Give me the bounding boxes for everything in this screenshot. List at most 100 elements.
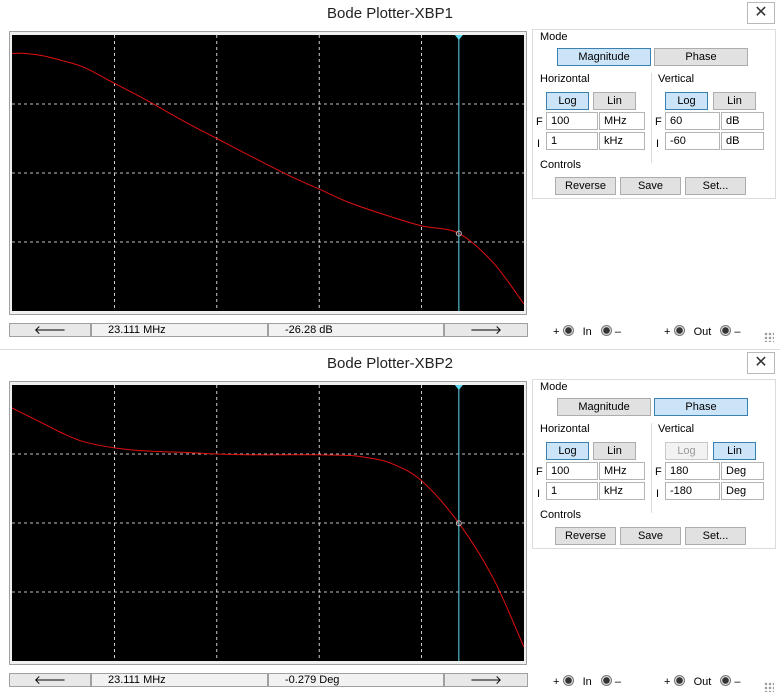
magnitude-button[interactable]: Magnitude bbox=[557, 398, 651, 416]
output-minus-label: – bbox=[734, 676, 741, 688]
input-minus-label: – bbox=[614, 676, 621, 688]
input-plus-terminal-icon[interactable] bbox=[562, 675, 574, 686]
horizontal-final-unit[interactable]: MHz bbox=[599, 112, 645, 130]
mode-label: Mode bbox=[540, 31, 568, 43]
input-plus-label: + bbox=[553, 676, 560, 688]
horizontal-log-button[interactable]: Log bbox=[546, 92, 589, 110]
mode-label: Mode bbox=[540, 381, 568, 393]
cursor-right-button[interactable]: 🡒 bbox=[444, 673, 528, 687]
vertical-initial-label: I bbox=[656, 488, 660, 500]
horizontal-final-label: F bbox=[536, 466, 543, 478]
save-button[interactable]: Save bbox=[620, 177, 681, 195]
output-terminals: + Out – bbox=[664, 675, 741, 688]
value-readout: -0.279 Deg bbox=[268, 673, 444, 687]
output-minus-terminal-icon[interactable] bbox=[720, 675, 732, 686]
phase-button[interactable]: Phase bbox=[654, 48, 748, 66]
horizontal-log-button[interactable]: Log bbox=[546, 442, 589, 460]
output-minus-label: – bbox=[734, 326, 741, 338]
vertical-lin-button[interactable]: Lin bbox=[713, 442, 756, 460]
output-minus-terminal-icon[interactable] bbox=[720, 325, 732, 336]
horizontal-lin-button[interactable]: Lin bbox=[593, 92, 636, 110]
status-bar: 🡐 23.111 MHz -0.279 Deg 🡒 bbox=[9, 673, 529, 687]
reverse-button[interactable]: Reverse bbox=[555, 177, 616, 195]
vertical-final-label: F bbox=[655, 116, 662, 128]
value-readout: -26.28 dB bbox=[268, 323, 444, 337]
input-minus-label: – bbox=[614, 326, 621, 338]
horizontal-final-input[interactable]: 100 bbox=[546, 112, 598, 130]
bode-plotter-window: Bode Plotter-XBP2 ✕ 🡐 23.111 MHz -0.279 … bbox=[0, 350, 780, 699]
vertical-label: Vertical bbox=[658, 73, 695, 85]
cursor-left-button[interactable]: 🡐 bbox=[9, 673, 91, 687]
horizontal-initial-input[interactable]: 1 bbox=[546, 132, 598, 150]
input-minus-terminal-icon[interactable] bbox=[600, 325, 612, 336]
horizontal-initial-unit[interactable]: kHz bbox=[599, 482, 645, 500]
settings-panel: Mode Magnitude Phase Horizontal Log Lin … bbox=[532, 379, 776, 549]
input-terminals: + In – bbox=[553, 675, 621, 688]
close-button[interactable]: ✕ bbox=[747, 2, 775, 24]
frequency-readout: 23.111 MHz bbox=[91, 323, 268, 337]
horizontal-label: Horizontal bbox=[540, 73, 590, 85]
vertical-label: Vertical bbox=[658, 423, 695, 435]
output-plus-label: + bbox=[664, 676, 671, 688]
bode-plot[interactable] bbox=[12, 385, 524, 661]
input-label: In bbox=[582, 326, 592, 338]
cursor-left-button[interactable]: 🡐 bbox=[9, 323, 91, 337]
output-plus-terminal-icon[interactable] bbox=[673, 325, 685, 336]
cursor-right-button[interactable]: 🡒 bbox=[444, 323, 528, 337]
vertical-initial-input[interactable]: -180 bbox=[665, 482, 720, 500]
settings-panel: Mode Magnitude Phase Horizontal Log Lin … bbox=[532, 29, 776, 199]
horizontal-initial-label: I bbox=[537, 138, 541, 150]
output-plus-terminal-icon[interactable] bbox=[673, 675, 685, 686]
plot-background bbox=[12, 35, 524, 311]
save-button[interactable]: Save bbox=[620, 527, 681, 545]
magnitude-button[interactable]: Magnitude bbox=[557, 48, 651, 66]
window-title: Bode Plotter-XBP1 bbox=[327, 5, 453, 22]
horizontal-initial-unit[interactable]: kHz bbox=[599, 132, 645, 150]
status-bar: 🡐 23.111 MHz -26.28 dB 🡒 bbox=[9, 323, 529, 337]
reverse-button[interactable]: Reverse bbox=[555, 527, 616, 545]
plot-background bbox=[12, 385, 524, 661]
vertical-final-unit[interactable]: Deg bbox=[721, 462, 764, 480]
bode-plot[interactable] bbox=[12, 35, 524, 311]
vertical-lin-button[interactable]: Lin bbox=[713, 92, 756, 110]
resize-grip-icon[interactable] bbox=[764, 332, 774, 342]
output-terminals: + Out – bbox=[664, 325, 741, 338]
horizontal-final-input[interactable]: 100 bbox=[546, 462, 598, 480]
vertical-initial-label: I bbox=[656, 138, 660, 150]
output-label: Out bbox=[693, 326, 712, 338]
title-bar[interactable]: Bode Plotter-XBP1 ✕ bbox=[0, 0, 780, 28]
vertical-initial-input[interactable]: -60 bbox=[665, 132, 720, 150]
vertical-log-button[interactable]: Log bbox=[665, 442, 708, 460]
panel-separator bbox=[651, 423, 652, 513]
window-title: Bode Plotter-XBP2 bbox=[327, 355, 453, 372]
vertical-log-button[interactable]: Log bbox=[665, 92, 708, 110]
frequency-readout: 23.111 MHz bbox=[91, 673, 268, 687]
controls-label: Controls bbox=[540, 509, 581, 521]
vertical-final-label: F bbox=[655, 466, 662, 478]
title-bar[interactable]: Bode Plotter-XBP2 ✕ bbox=[0, 350, 780, 378]
input-minus-terminal-icon[interactable] bbox=[600, 675, 612, 686]
vertical-initial-unit[interactable]: Deg bbox=[721, 482, 764, 500]
bode-plotter-window: Bode Plotter-XBP1 ✕ 🡐 23.111 MHz -26.28 … bbox=[0, 0, 780, 349]
horizontal-initial-input[interactable]: 1 bbox=[546, 482, 598, 500]
output-label: Out bbox=[693, 676, 712, 688]
phase-button[interactable]: Phase bbox=[654, 398, 748, 416]
horizontal-final-unit[interactable]: MHz bbox=[599, 462, 645, 480]
close-button[interactable]: ✕ bbox=[747, 352, 775, 374]
vertical-final-input[interactable]: 180 bbox=[665, 462, 720, 480]
vertical-final-unit[interactable]: dB bbox=[721, 112, 764, 130]
input-plus-label: + bbox=[553, 326, 560, 338]
resize-grip-icon[interactable] bbox=[764, 682, 774, 692]
controls-label: Controls bbox=[540, 159, 581, 171]
horizontal-lin-button[interactable]: Lin bbox=[593, 442, 636, 460]
horizontal-initial-label: I bbox=[537, 488, 541, 500]
output-plus-label: + bbox=[664, 326, 671, 338]
vertical-initial-unit[interactable]: dB bbox=[721, 132, 764, 150]
horizontal-final-label: F bbox=[536, 116, 543, 128]
input-label: In bbox=[582, 676, 592, 688]
input-plus-terminal-icon[interactable] bbox=[562, 325, 574, 336]
set-button[interactable]: Set... bbox=[685, 527, 746, 545]
panel-separator bbox=[651, 73, 652, 163]
set-button[interactable]: Set... bbox=[685, 177, 746, 195]
vertical-final-input[interactable]: 60 bbox=[665, 112, 720, 130]
